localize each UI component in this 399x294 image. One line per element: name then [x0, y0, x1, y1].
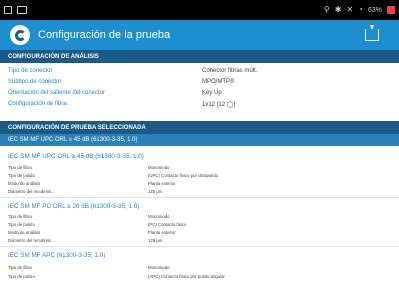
- test-detail-row: Tipo de pulido (PC) Contacto físico: [0, 222, 399, 229]
- detail-label: Diámetro del recubrimi...: [8, 189, 55, 194]
- detail-value: Monomodo: [148, 165, 170, 170]
- detail-label: Tipo de fibra: [8, 265, 32, 270]
- test-detail-row: Diámetro del recubrimi... 125 µm: [0, 189, 399, 196]
- location-icon: ⚲: [323, 5, 330, 14]
- page-title: Configuración de la prueba: [38, 29, 171, 41]
- detail-value: Planta exterior: [148, 230, 176, 235]
- detail-label: Tipo de fibra: [8, 165, 32, 170]
- analysis-row-label: Tipo de conector: [8, 68, 53, 74]
- detail-label: Tipo de pulido: [8, 173, 35, 178]
- test-detail-row: Tipo de pulido (APC) Contacto físico por…: [0, 274, 399, 281]
- analysis-row: Orientación del saliente del conector Ke…: [0, 90, 399, 99]
- analysis-row: Subtipo de conector MPO/MTP®: [0, 79, 399, 88]
- divider: [0, 197, 399, 198]
- analysis-row-label: Configuración de fibra: [8, 101, 67, 107]
- mute-icon: ✕: [346, 5, 354, 14]
- detail-value: 125 µm: [148, 189, 163, 194]
- divider: [0, 246, 399, 247]
- test-detail-row: Diámetro del recubrimi... 125 µm: [0, 238, 399, 245]
- detail-value: Monomodo: [148, 265, 170, 270]
- analysis-row-value: 1x12 [12 ◯]: [202, 102, 236, 108]
- analysis-row: Configuración de fibra 1x12 [12 ◯]: [0, 101, 399, 110]
- analysis-row-value: MPO/MTP®: [202, 79, 235, 85]
- analysis-row-value: Key Up: [202, 90, 222, 96]
- app-logo-icon[interactable]: [10, 25, 30, 45]
- detail-label: Modo de análisis: [8, 230, 41, 235]
- test-detail-row: Tipo de fibra Monomodo: [0, 214, 399, 221]
- test-title[interactable]: IEC SM MF UPC ORL ≥ 45 dB (61300-3-35, 1…: [8, 153, 144, 160]
- selected-test-banner[interactable]: IEC SM MF UPC ORL ≥ 45 dB (61300-3-35, 1…: [0, 134, 399, 146]
- status-bar: ⚲ ✱ ✕ ◔ 63%: [0, 0, 399, 20]
- analysis-row-label: Orientación del saliente del conector: [8, 90, 106, 96]
- download-icon[interactable]: [365, 25, 379, 41]
- detail-value: (PC) Contacto físico: [148, 222, 187, 227]
- battery-icon: [387, 6, 395, 14]
- detail-value: (UPC) Contacto físico por ultrapulido: [148, 173, 218, 178]
- image-notification-icon: [17, 6, 27, 14]
- analysis-row-label: Subtipo de conector: [8, 79, 62, 85]
- app-bar: Configuración de la prueba: [0, 20, 399, 50]
- bluetooth-icon: ✱: [334, 5, 342, 14]
- test-detail-row: Tipo de fibra Monomodo: [0, 165, 399, 172]
- detail-value: Planta exterior: [148, 181, 176, 186]
- detail-value: Monomodo: [148, 214, 170, 219]
- test-detail-row: Tipo de pulido (UPC) Contacto físico por…: [0, 173, 399, 180]
- test-title[interactable]: IEC SM MF APC (61300-3-35, 1.0): [8, 252, 105, 259]
- detail-label: Tipo de fibra: [8, 214, 32, 219]
- test-detail-row: Tipo de fibra Monomodo: [0, 265, 399, 272]
- analysis-row-value: Conector fibras múlt.: [202, 68, 258, 74]
- detail-label: Modo de análisis: [8, 181, 41, 186]
- detail-value: 125 µm: [148, 238, 163, 243]
- battery-percent: 63%: [367, 6, 382, 14]
- detail-label: Tipo de pulido: [8, 222, 35, 227]
- detail-value: (APC) Contacto físico por pulido angular: [148, 274, 225, 279]
- test-title[interactable]: IEC SM MF PC ORL ≥ 26 dB (61300-3-35, 1.…: [8, 203, 139, 210]
- test-detail-row: Modo de análisis Planta exterior: [0, 181, 399, 188]
- selected-section-header: CONFIGURACIÓN DE PRUEBA SELECCIONADA: [0, 121, 399, 134]
- detail-label: Tipo de pulido: [8, 274, 35, 279]
- analysis-row: Tipo de conector Conector fibras múlt.: [0, 68, 399, 77]
- wifi-icon: ◔: [358, 5, 363, 14]
- detail-label: Diámetro del recubrimi...: [8, 238, 55, 243]
- test-detail-row: Modo de análisis Planta exterior: [0, 230, 399, 237]
- analysis-section-header: CONFIGURACIÓN DE ANÁLISIS: [0, 50, 399, 63]
- app-notification-icon: [4, 6, 12, 14]
